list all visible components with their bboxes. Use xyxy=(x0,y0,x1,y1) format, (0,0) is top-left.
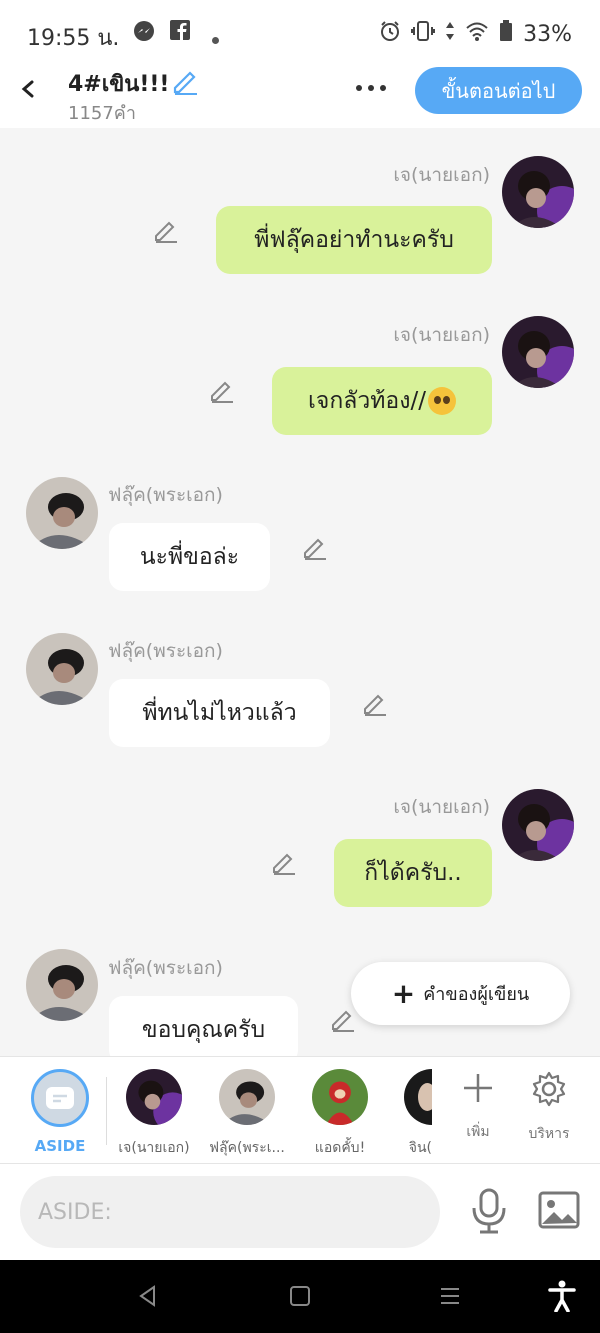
avatar[interactable] xyxy=(26,477,98,549)
avatar xyxy=(312,1069,368,1125)
edit-message-icon[interactable] xyxy=(362,691,388,717)
chapter-title: 4#เขิน!!! xyxy=(68,72,170,97)
character-name: แอดคั้บ! xyxy=(314,1140,366,1156)
nav-recents-icon[interactable] xyxy=(438,1284,462,1312)
edit-message-icon[interactable] xyxy=(271,850,297,876)
character-aside[interactable]: ASIDE xyxy=(18,1069,102,1155)
data-arrows-icon xyxy=(445,20,455,48)
message-bubble[interactable]: เจกลัวท้อง// xyxy=(272,367,492,435)
message-bubble[interactable]: พี่ทนไม่ไหวแล้ว xyxy=(109,679,330,747)
input-bar xyxy=(0,1164,600,1260)
back-arrow-icon[interactable] xyxy=(14,74,44,104)
pleading-face-emoji xyxy=(427,387,456,415)
character-name: ฟลุ๊ค(พระเ... xyxy=(209,1140,285,1156)
edit-message-icon[interactable] xyxy=(302,535,328,561)
sender-name: เจ(นายเอก) xyxy=(393,324,490,346)
avatar[interactable] xyxy=(26,633,98,705)
avatar[interactable] xyxy=(502,156,574,228)
character-item[interactable]: จิน( xyxy=(376,1069,432,1159)
wifi-icon xyxy=(465,21,489,47)
manage-button[interactable]: บริหาร xyxy=(514,1071,584,1145)
image-icon[interactable] xyxy=(538,1190,580,1230)
accessibility-icon[interactable] xyxy=(548,1280,576,1316)
status-bar: 19:55 น. 33% xyxy=(0,0,600,66)
character-item[interactable]: แอดคั้บ! xyxy=(298,1069,382,1159)
next-step-button[interactable]: ขั้นตอนต่อไป xyxy=(415,67,582,114)
avatar xyxy=(126,1069,182,1125)
nav-back-icon[interactable] xyxy=(136,1284,160,1312)
sender-name: เจ(นายเอก) xyxy=(393,164,490,186)
status-time: 19:55 น. xyxy=(27,26,120,51)
sender-name: ฟลุ๊ค(พระเอก) xyxy=(108,640,223,662)
plus-icon xyxy=(464,1074,492,1102)
sender-name: ฟลุ๊ค(พระเอก) xyxy=(108,484,223,506)
messenger-icon xyxy=(133,20,155,46)
edit-message-icon[interactable] xyxy=(330,1007,356,1033)
character-item[interactable]: ฟลุ๊ค(พระเ... xyxy=(205,1069,289,1159)
author-note-button[interactable]: + คำของผู้เขียน xyxy=(351,962,570,1025)
sender-name: ฟลุ๊ค(พระเอก) xyxy=(108,957,223,979)
message-bubble[interactable]: ขอบคุณครับ xyxy=(109,996,298,1056)
nav-home-icon[interactable] xyxy=(288,1284,312,1312)
battery-percent: 33% xyxy=(523,21,572,47)
message-bubble[interactable]: พี่ฟลุ๊คอย่าทำนะครับ xyxy=(216,206,492,274)
dot-icon xyxy=(212,29,219,48)
system-nav-bar xyxy=(0,1260,600,1333)
message-text: เจกลัวท้อง// xyxy=(308,388,426,414)
gear-icon xyxy=(532,1071,566,1107)
word-count: 1157คำ xyxy=(68,103,136,124)
avatar[interactable] xyxy=(502,316,574,388)
author-note-label: คำของผู้เขียน xyxy=(423,984,530,1005)
add-character-button[interactable]: เพิ่ม xyxy=(443,1071,513,1143)
app-header: 4#เขิน!!! 1157คำ ขั้นตอนต่อไป xyxy=(0,66,600,128)
add-label: เพิ่ม xyxy=(466,1124,490,1140)
more-options-icon[interactable] xyxy=(356,78,392,98)
message-bubble[interactable]: ก็ได้ครับ.. xyxy=(334,839,492,907)
plus-icon: + xyxy=(391,977,416,1010)
microphone-icon[interactable] xyxy=(470,1188,508,1234)
aside-input[interactable] xyxy=(20,1176,440,1248)
sender-name: เจ(นายเอก) xyxy=(393,796,490,818)
character-item[interactable]: เจ(นายเอก) xyxy=(112,1069,196,1159)
alarm-icon xyxy=(379,20,401,48)
avatar xyxy=(219,1069,275,1125)
message-bubble[interactable]: นะพี่ขอล่ะ xyxy=(109,523,270,591)
vibrate-icon xyxy=(411,20,436,48)
avatar[interactable] xyxy=(502,789,574,861)
facebook-icon xyxy=(170,20,190,44)
character-selector: ASIDE เจ(นายเอก) ฟลุ๊ค(พระเ... แอดคั้บ! … xyxy=(0,1056,600,1164)
manage-label: บริหาร xyxy=(528,1126,570,1142)
battery-icon xyxy=(499,20,513,48)
edit-title-icon[interactable] xyxy=(170,66,200,100)
aside-icon xyxy=(31,1069,89,1127)
aside-label: ASIDE xyxy=(34,1137,86,1155)
divider xyxy=(106,1077,107,1145)
status-right-group: 33% xyxy=(379,20,572,48)
avatar xyxy=(404,1069,432,1125)
character-name: จิน( xyxy=(408,1140,432,1156)
chat-area[interactable]: เจ(นายเอก) พี่ฟลุ๊คอย่าทำนะครับ เจ(นายเอ… xyxy=(0,128,600,1056)
avatar[interactable] xyxy=(26,949,98,1021)
edit-message-icon[interactable] xyxy=(209,378,235,404)
edit-message-icon[interactable] xyxy=(153,218,179,244)
character-name: เจ(นายเอก) xyxy=(118,1140,190,1156)
